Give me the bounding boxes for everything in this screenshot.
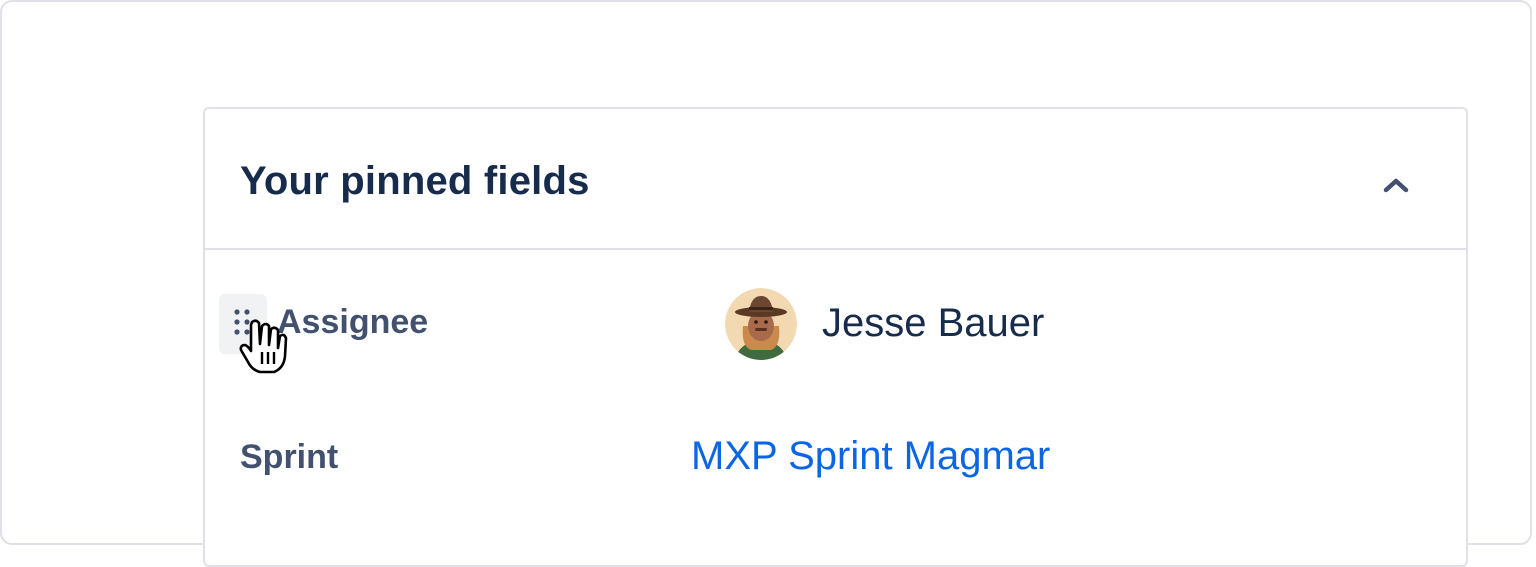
avatar-image xyxy=(725,288,797,360)
drag-handle-icon xyxy=(234,309,250,335)
field-row-sprint: Sprint MXP Sprint Magmar xyxy=(205,414,1466,504)
field-row-assignee: Assignee Jesse Bauer xyxy=(205,279,1466,369)
drag-handle[interactable] xyxy=(219,294,267,354)
assignee-label: Assignee xyxy=(277,303,429,341)
panel-title: Your pinned fields xyxy=(240,159,590,203)
app-frame: Your pinned fields Assignee Jesse Bauer … xyxy=(0,0,1532,567)
assignee-value[interactable]: Jesse Bauer xyxy=(822,301,1044,346)
sprint-link[interactable]: MXP Sprint Magmar xyxy=(691,434,1050,479)
chevron-up-icon xyxy=(1383,178,1409,193)
collapse-button[interactable] xyxy=(1378,167,1414,203)
pinned-fields-header[interactable]: Your pinned fields xyxy=(205,109,1466,250)
pinned-fields-panel: Your pinned fields Assignee Jesse Bauer … xyxy=(203,107,1468,567)
user-avatar[interactable] xyxy=(725,288,797,360)
sprint-label: Sprint xyxy=(240,438,339,476)
